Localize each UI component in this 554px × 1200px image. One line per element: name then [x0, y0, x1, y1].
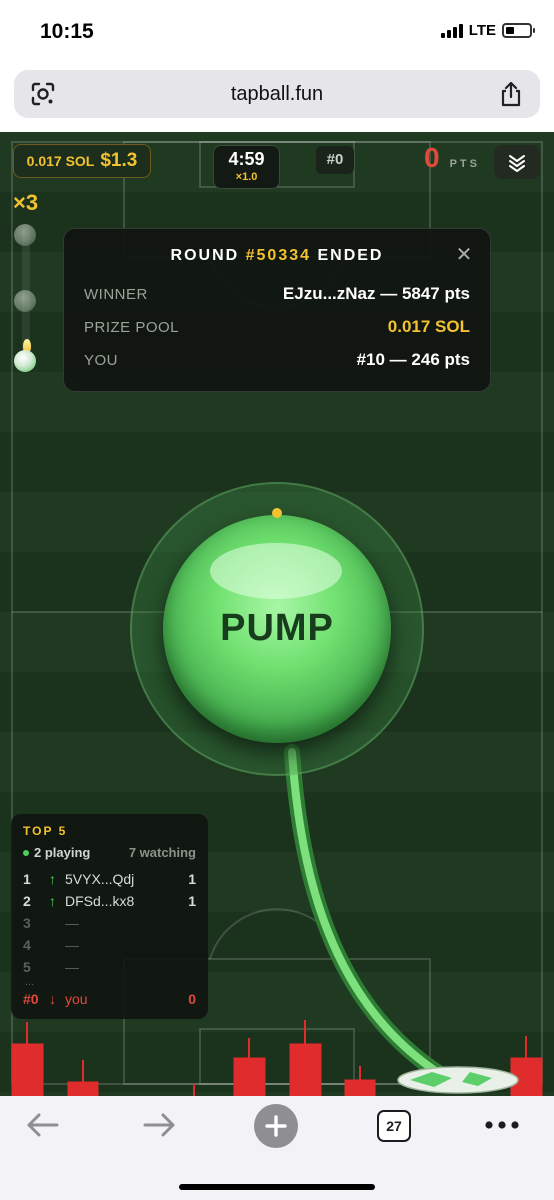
- winner-row: WINNER EJzu...zNaz — 5847 pts: [84, 284, 470, 304]
- round-ended-modal: ROUND #50334 ENDED ✕ WINNER EJzu...zNaz …: [63, 228, 491, 392]
- arrow-up-icon: ↑: [49, 893, 56, 909]
- browser-top-bar: tapball.fun: [0, 62, 554, 132]
- winner-label: WINNER: [84, 285, 148, 303]
- online-dot-icon: [23, 849, 29, 856]
- arrow-left-icon: [27, 1113, 59, 1137]
- ball-meter: [10, 224, 44, 374]
- sol-balance[interactable]: 0.017 SOL $1.3: [13, 144, 151, 178]
- share-icon[interactable]: [498, 80, 524, 108]
- sol-amount: 0.017 SOL: [26, 153, 95, 169]
- url-text: tapball.fun: [230, 83, 324, 105]
- prize-pool-row: PRIZE POOL 0.017 SOL: [84, 317, 470, 337]
- leaderboard-row-you: #0 ↓ you 0: [23, 991, 196, 1007]
- arrow-right-icon: [143, 1113, 175, 1137]
- back-button[interactable]: [24, 1108, 60, 1142]
- you-label: YOU: [84, 351, 119, 369]
- layers-icon: [509, 155, 525, 172]
- forward-button[interactable]: [142, 1108, 178, 1142]
- home-indicator: [179, 1184, 375, 1190]
- status-time: 10:15: [40, 20, 94, 43]
- plus-icon: [265, 1115, 287, 1137]
- battery-icon: [502, 23, 535, 38]
- sol-usd-value: $1.3: [100, 150, 138, 171]
- ball-icon: [14, 290, 36, 312]
- playing-count: 2 playing: [23, 845, 90, 860]
- ball-icon: [14, 350, 36, 372]
- more-button[interactable]: [482, 1108, 522, 1142]
- address-bar[interactable]: tapball.fun: [14, 70, 540, 118]
- status-indicators: LTE: [440, 22, 535, 39]
- progress-dot: [272, 508, 282, 518]
- watching-count: 7 watching: [128, 845, 196, 860]
- pump-button-label: PUMP: [220, 607, 334, 649]
- leaderboard-row: 3 —: [23, 915, 79, 931]
- prize-pool-value: 0.017 SOL: [387, 317, 470, 336]
- leaderboard-row: 5 —: [23, 959, 79, 975]
- arrow-down-icon: ↓: [49, 991, 56, 1007]
- ball-icon: [14, 224, 36, 246]
- pump-button[interactable]: PUMP: [163, 515, 391, 743]
- you-row: YOU #10 — 246 pts: [84, 350, 470, 370]
- prize-pool-label: PRIZE POOL: [84, 318, 180, 336]
- leaderboard-meta: 2 playing 7 watching: [23, 845, 196, 860]
- leaderboard-row: 4 —: [23, 937, 79, 953]
- menu-button[interactable]: [494, 145, 540, 179]
- combo-multiplier: ×3: [13, 190, 39, 215]
- arrow-up-icon: ↑: [49, 871, 56, 887]
- more-icon: [485, 1121, 519, 1129]
- signal-icon: [440, 23, 463, 38]
- points-label: PTS: [449, 158, 480, 170]
- status-bar: 10:15 LTE: [0, 0, 554, 62]
- game-area[interactable]: 0.017 SOL $1.3 4:59 ×1.0 #0 0 PTS ×3 ROU…: [0, 132, 554, 1096]
- round-title: ROUND #50334 ENDED: [170, 247, 384, 264]
- leaderboard-row: 2 ↑ DFSd...kx8 1: [23, 893, 196, 909]
- leaderboard-row: 1 ↑ 5VYX...Qdj 1: [23, 871, 196, 887]
- timer-value: 4:59: [228, 149, 265, 169]
- close-icon[interactable]: ✕: [454, 245, 474, 265]
- round-number: #50334: [245, 247, 312, 264]
- you-value: #10 — 246 pts: [356, 350, 470, 369]
- points-value: 0: [424, 142, 440, 173]
- timer-multiplier: ×1.0: [235, 171, 258, 183]
- leaderboard-title: TOP 5: [23, 824, 68, 838]
- tab-switcher-button[interactable]: 27: [377, 1110, 411, 1142]
- winner-value: EJzu...zNaz — 5847 pts: [282, 284, 470, 303]
- network-type: LTE: [468, 22, 496, 39]
- leaderboard-panel: TOP 5 2 playing 7 watching 1 ↑ 5VYX...Qd…: [11, 814, 208, 1019]
- player-rank: #0: [316, 146, 354, 174]
- points-display: 0 PTS: [424, 142, 480, 174]
- pump-button-highlight: [210, 543, 342, 599]
- leaderboard-ellipsis: ...: [25, 976, 35, 988]
- round-timer: 4:59 ×1.0: [213, 145, 280, 189]
- new-tab-button[interactable]: [254, 1104, 298, 1148]
